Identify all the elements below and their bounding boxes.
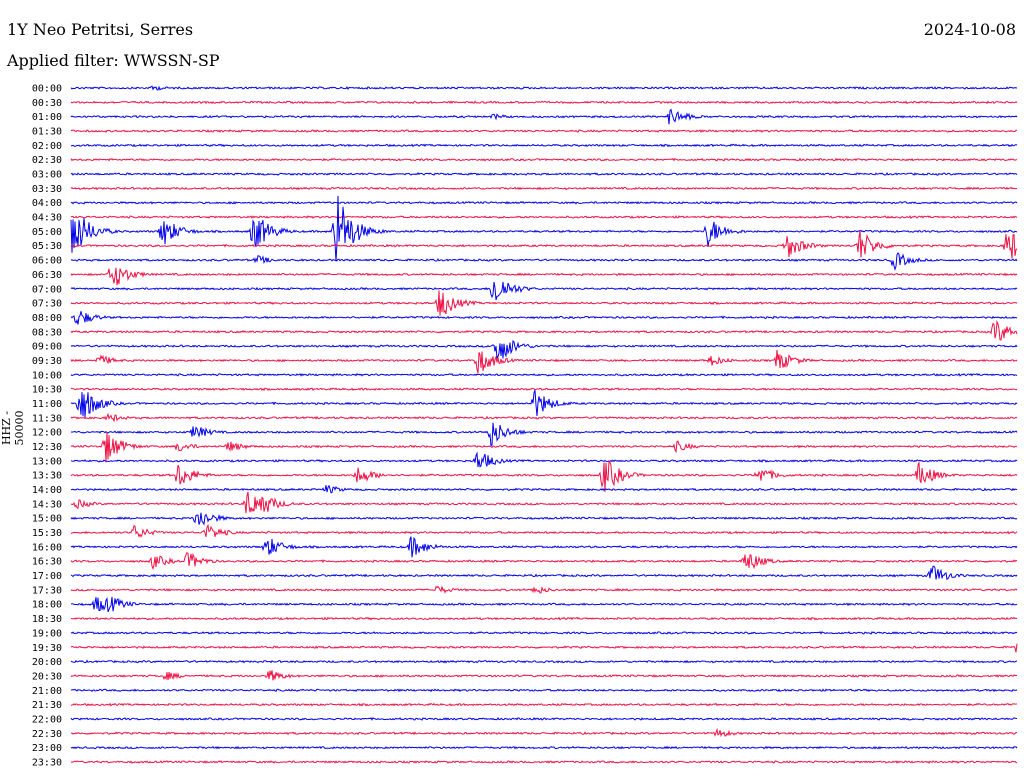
row-time-label: 22:30 [32,729,62,740]
trace-row [70,200,1018,205]
trace-row [70,716,1018,721]
trace-row [70,171,1018,176]
row-time-label: 00:00 [32,84,62,95]
trace-row [70,422,1018,447]
row-time-label: 07:00 [32,284,62,295]
trace-row [70,339,1018,360]
row-time-label: 14:00 [32,485,62,496]
row-time-label: 16:00 [32,542,62,553]
row-time-label: 08:00 [32,313,62,324]
row-time-label: 15:00 [32,514,62,525]
trace-row [70,585,1018,594]
row-time-label: 10:00 [32,370,62,381]
row-time-label: 11:00 [32,399,62,410]
trace-row [70,195,1018,262]
row-time-label: 03:00 [32,170,62,181]
trace-row [70,630,1018,635]
row-time-label: 19:30 [32,643,62,654]
trace-row [70,252,1018,271]
trace-row [70,670,1018,681]
trace-row [70,108,1018,125]
trace-row [70,85,1018,91]
trace-row [70,100,1018,105]
row-time-label: 18:30 [32,614,62,625]
row-time-label: 04:30 [32,213,62,224]
trace-row [70,281,1018,301]
row-time-label: 07:30 [32,299,62,310]
trace-row [70,319,1018,341]
row-time-label: 14:30 [32,499,62,510]
trace-row [70,512,1018,526]
row-time-label: 20:00 [32,657,62,668]
row-time-label: 09:00 [32,342,62,353]
row-time-label: 02:30 [32,155,62,166]
trace-row [70,523,1018,538]
trace-row [70,688,1018,693]
trace-row [70,230,1018,259]
row-time-label: 15:30 [32,528,62,539]
row-time-label: 13:30 [32,471,62,482]
row-time-label: 12:00 [32,428,62,439]
row-time-label: 23:00 [32,743,62,754]
row-time-label: 01:30 [32,127,62,138]
row-time-label: 18:00 [32,600,62,611]
trace-row [70,349,1018,374]
trace-row [70,551,1018,571]
trace-row [70,412,1018,423]
row-time-label: 22:00 [32,714,62,725]
row-time-label: 21:00 [32,686,62,697]
helicorder-plot: 00:00 00:30 01:00 01:30 02:00 02:30 03:00 03:30… [32,84,1018,768]
row-time-label: 19:00 [32,628,62,639]
trace-row [70,215,1018,220]
trace-row [70,616,1018,621]
row-time-label: 08:30 [32,327,62,338]
row-time-label: 17:30 [32,585,62,596]
row-time-label: 13:00 [32,456,62,467]
row-time-label: 01:00 [32,112,62,123]
trace-row [70,702,1018,707]
row-time-label: 03:30 [32,184,62,195]
row-time-label: 17:00 [32,571,62,582]
trace-row [70,451,1018,468]
trace-row [70,387,1018,392]
trace-row [70,390,1018,418]
trace-row [70,491,1018,514]
trace-row [70,311,1018,325]
row-time-label: 00:30 [32,98,62,109]
trace-row [70,432,1018,463]
row-time-label: 04:00 [32,198,62,209]
row-time-label: 02:00 [32,141,62,152]
trace-row [70,157,1018,162]
trace-row [70,643,1018,653]
trace-row [70,459,1018,492]
row-time-label: 11:30 [32,413,62,424]
trace-row [70,659,1018,664]
row-time-label: 05:30 [32,241,62,252]
row-time-label: 21:30 [32,700,62,711]
trace-row [70,760,1018,764]
row-time-label: 06:30 [32,270,62,281]
row-time-label: 23:30 [32,757,62,768]
row-time-label: 16:30 [32,557,62,568]
trace-row [70,372,1018,377]
row-time-label: 09:30 [32,356,62,367]
row-time-label: 06:00 [32,256,62,267]
trace-row [70,745,1018,750]
trace-row [70,290,1018,316]
trace-row [70,484,1018,494]
trace-row [70,536,1018,558]
row-time-label: 10:30 [32,385,62,396]
trace-row [70,565,1018,581]
trace-row [70,186,1018,191]
trace-row [70,727,1018,738]
trace-row [70,143,1018,148]
trace-row [70,129,1018,133]
row-time-label: 12:30 [32,442,62,453]
row-time-label: 20:30 [32,671,62,682]
trace-row [70,596,1018,613]
trace-row [70,267,1018,286]
row-time-label: 05:00 [32,227,62,238]
